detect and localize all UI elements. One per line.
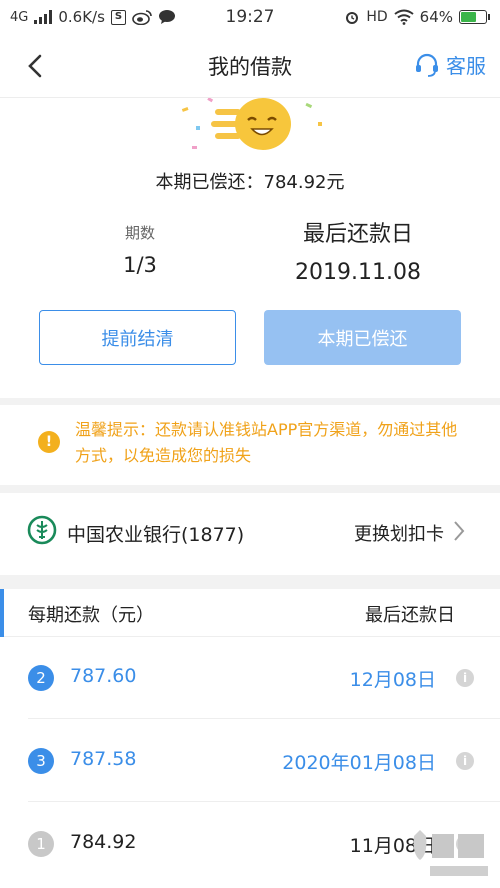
header-accent-bar	[0, 589, 4, 637]
row-date: 12月08日	[349, 669, 436, 691]
schedule-header: 每期还款（元） 最后还款日	[0, 589, 500, 637]
nav-bar: 我的借款 客服	[0, 34, 500, 98]
battery-level	[461, 12, 477, 22]
signal-icon	[34, 10, 53, 24]
row-amount: 787.58	[70, 748, 137, 770]
period-label: 期数	[124, 224, 155, 242]
period-paid-button[interactable]: 本期已偿还	[264, 310, 461, 365]
period-number-badge: 3	[28, 748, 54, 774]
abc-bank-logo-icon	[27, 515, 57, 545]
chevron-left-icon[interactable]	[22, 52, 50, 80]
s-app-icon: S	[110, 9, 126, 25]
period-number-badge: 1	[28, 831, 54, 857]
schedule-row[interactable]: 3 787.58 2020年01月08日 i	[28, 720, 500, 802]
period-number-badge: 2	[28, 665, 54, 691]
debit-card-row[interactable]: 中国农业银行(1877) 更换划扣卡	[0, 493, 500, 575]
network-speed: 0.6K/s	[58, 8, 105, 26]
black-cat-watermark-icon	[413, 830, 488, 876]
info-icon[interactable]: i	[456, 752, 474, 770]
headset-icon	[416, 53, 438, 77]
status-bar: 4G 0.6K/s S 19:27 HD 64%	[0, 0, 500, 34]
network-type: 4G	[10, 9, 29, 25]
bank-name: 中国农业银行(1877)	[67, 524, 245, 546]
smiling-coin-mascot-icon	[181, 98, 322, 150]
customer-service-button[interactable]: 客服	[414, 50, 486, 79]
date-column-header: 最后还款日	[365, 605, 455, 626]
chevron-right-icon[interactable]	[452, 519, 466, 543]
wifi-icon	[394, 9, 414, 25]
weibo-icon	[132, 10, 152, 25]
notice-text: 温馨提示：还款请认准钱站APP官方渠道，勿通过其他方式，以免造成您的损失	[75, 420, 458, 465]
due-date-value: 2019.11.08	[295, 260, 421, 285]
schedule-row[interactable]: 2 787.60 12月08日 i	[28, 637, 500, 719]
row-amount: 787.60	[70, 665, 137, 687]
warning-icon: !	[38, 431, 60, 453]
service-label: 客服	[446, 54, 486, 78]
alarm-icon	[346, 12, 359, 24]
warm-reminder-notice: ! 温馨提示：还款请认准钱站APP官方渠道，勿通过其他方式，以免造成您的损失	[0, 405, 500, 485]
prepay-all-button[interactable]: 提前结清	[39, 310, 236, 365]
period-value: 1/3	[123, 253, 157, 277]
due-date-stat: 最后还款日 2019.11.08	[268, 216, 448, 285]
chat-bubble-icon	[158, 10, 175, 24]
repayment-summary-card: 本期已偿还：784.92元 期数 1/3 最后还款日 2019.11.08 提前…	[0, 98, 500, 398]
amount-column-header: 每期还款（元）	[28, 605, 154, 626]
paid-this-period-text: 本期已偿还：784.92元	[155, 172, 345, 193]
battery-percent: 64%	[419, 8, 453, 26]
info-icon[interactable]: i	[456, 669, 474, 687]
change-card-link[interactable]: 更换划扣卡	[354, 520, 444, 546]
row-amount: 784.92	[70, 831, 137, 853]
battery-icon	[459, 10, 490, 24]
period-stat: 期数 1/3	[70, 222, 210, 277]
row-date: 2020年01月08日	[282, 752, 436, 774]
hd-label: HD	[366, 9, 388, 25]
due-date-label: 最后还款日	[302, 222, 413, 247]
